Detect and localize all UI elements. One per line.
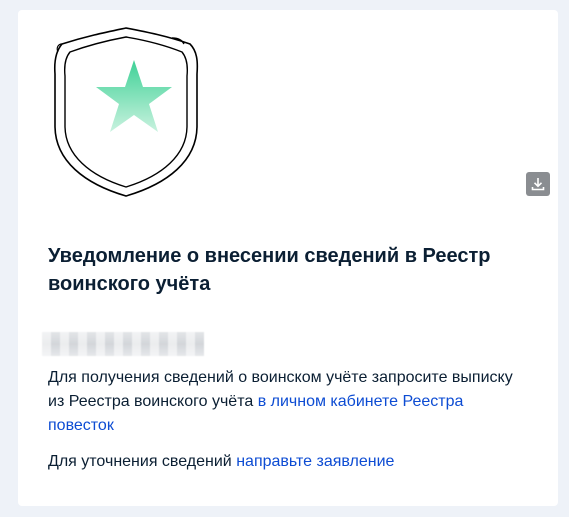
- download-button[interactable]: [526, 172, 550, 196]
- notice-title: Уведомление о внесении сведений в Реестр…: [48, 245, 491, 295]
- shield-star-icon: [52, 26, 200, 198]
- notice-card: Уведомление о внесении сведений в Реестр…: [18, 10, 558, 506]
- clarify-paragraph: Для уточнения сведений направьте заявлен…: [48, 450, 528, 474]
- clarify-text: Для уточнения сведений: [48, 453, 232, 470]
- download-icon: [531, 178, 545, 191]
- submit-application-link[interactable]: направьте заявление: [236, 453, 394, 470]
- redacted-field: [42, 332, 204, 356]
- extract-paragraph: Для получения сведений о воинском учёте …: [48, 366, 528, 438]
